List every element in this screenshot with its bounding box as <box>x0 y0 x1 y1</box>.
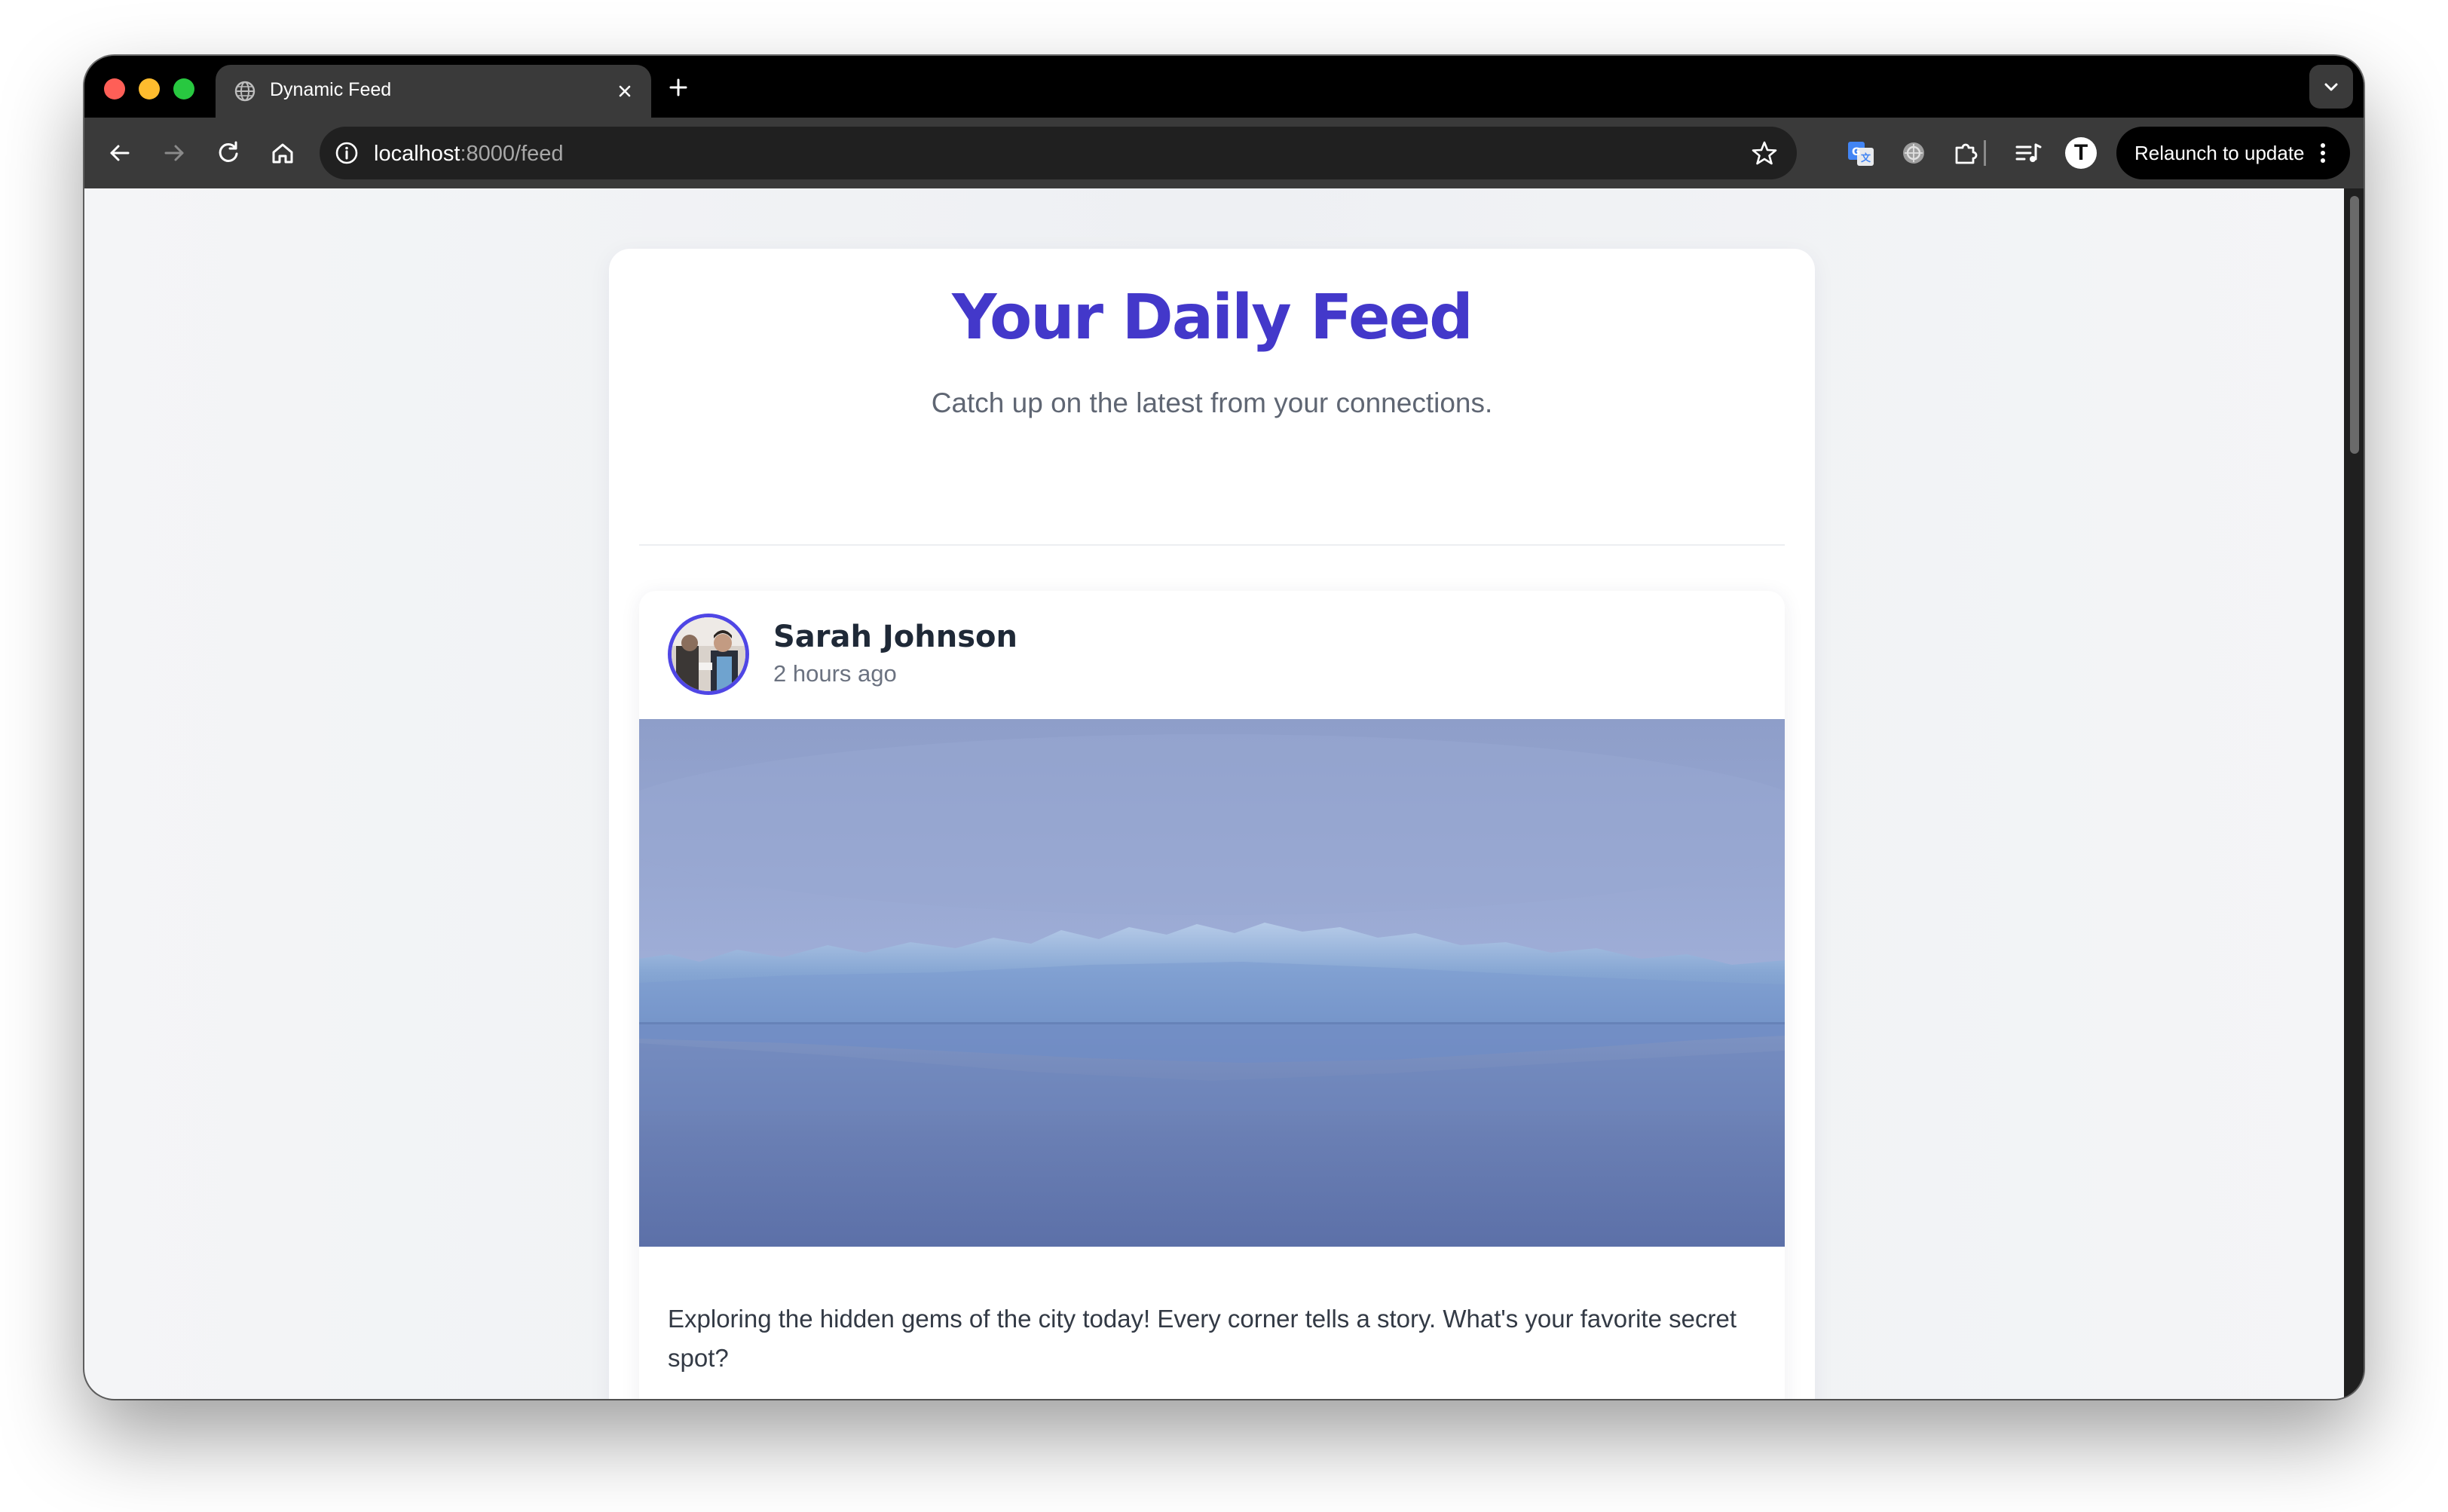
google-translate-icon[interactable]: G 文 <box>1844 136 1878 170</box>
author-name[interactable]: Sarah Johnson <box>773 620 1017 654</box>
url-host: localhost <box>374 142 461 166</box>
globe-icon <box>234 81 256 102</box>
bookmark-star-icon[interactable] <box>1750 139 1779 167</box>
glacier-lake-photo <box>639 719 1785 1247</box>
puzzle-icon[interactable] <box>1949 136 1984 170</box>
window-close-button[interactable] <box>104 78 125 99</box>
forward-icon[interactable] <box>158 137 190 169</box>
more-vert-icon[interactable] <box>2309 139 2336 167</box>
url-path: :8000/feed <box>460 142 564 166</box>
feed-container: Your Daily Feed Catch up on the latest f… <box>609 249 1815 1399</box>
post-image[interactable] <box>639 719 1785 1247</box>
page-viewport: Your Daily Feed Catch up on the latest f… <box>84 188 2344 1399</box>
relaunch-button[interactable]: Relaunch to update <box>2116 127 2350 179</box>
media-control-icon[interactable] <box>2011 136 2046 170</box>
toolbar-separator <box>1984 140 1986 166</box>
post-card: Sarah Johnson 2 hours ago Exploring the … <box>639 591 1785 1399</box>
profile-avatar[interactable]: T <box>2065 137 2097 169</box>
tab-strip: Dynamic Feed <box>84 56 2364 118</box>
browser-window: Dynamic Feed localhost:8000/feed G 文 T R… <box>84 56 2364 1399</box>
relaunch-label: Relaunch to update <box>2134 142 2305 164</box>
author-avatar-image <box>672 617 745 691</box>
tab-title: Dynamic Feed <box>270 79 392 100</box>
scrollbar-thumb[interactable] <box>2350 196 2359 454</box>
reload-icon[interactable] <box>213 137 244 169</box>
site-info-icon[interactable] <box>333 139 360 167</box>
svg-text:G: G <box>1852 146 1861 158</box>
close-tab-icon[interactable] <box>612 78 638 104</box>
window-minimize-button[interactable] <box>139 78 160 99</box>
address-bar[interactable]: localhost:8000/feed <box>320 127 1797 179</box>
new-tab-icon[interactable] <box>665 74 692 101</box>
post-timestamp: 2 hours ago <box>773 660 897 687</box>
chevron-down-icon <box>2324 83 2338 91</box>
url-text: localhost:8000/feed <box>374 142 564 167</box>
page-scrollbar[interactable] <box>2344 188 2364 1399</box>
feed-title: Your Daily Feed <box>952 282 1473 354</box>
home-icon[interactable] <box>267 137 298 169</box>
tab-search-button[interactable] <box>2309 65 2353 109</box>
header-divider <box>639 544 1785 546</box>
extension-icon[interactable] <box>1896 136 1931 170</box>
tab-dynamic-feed[interactable]: Dynamic Feed <box>216 65 651 118</box>
back-icon[interactable] <box>104 137 136 169</box>
browser-toolbar: localhost:8000/feed G 文 T Relaunch to up… <box>84 118 2364 188</box>
avatar[interactable] <box>668 614 749 695</box>
window-maximize-button[interactable] <box>173 78 194 99</box>
post-text: Exploring the hidden gems of the city to… <box>668 1305 1737 1372</box>
feed-subtitle: Catch up on the latest from your connect… <box>931 387 1493 418</box>
svg-text:文: 文 <box>1861 152 1871 164</box>
